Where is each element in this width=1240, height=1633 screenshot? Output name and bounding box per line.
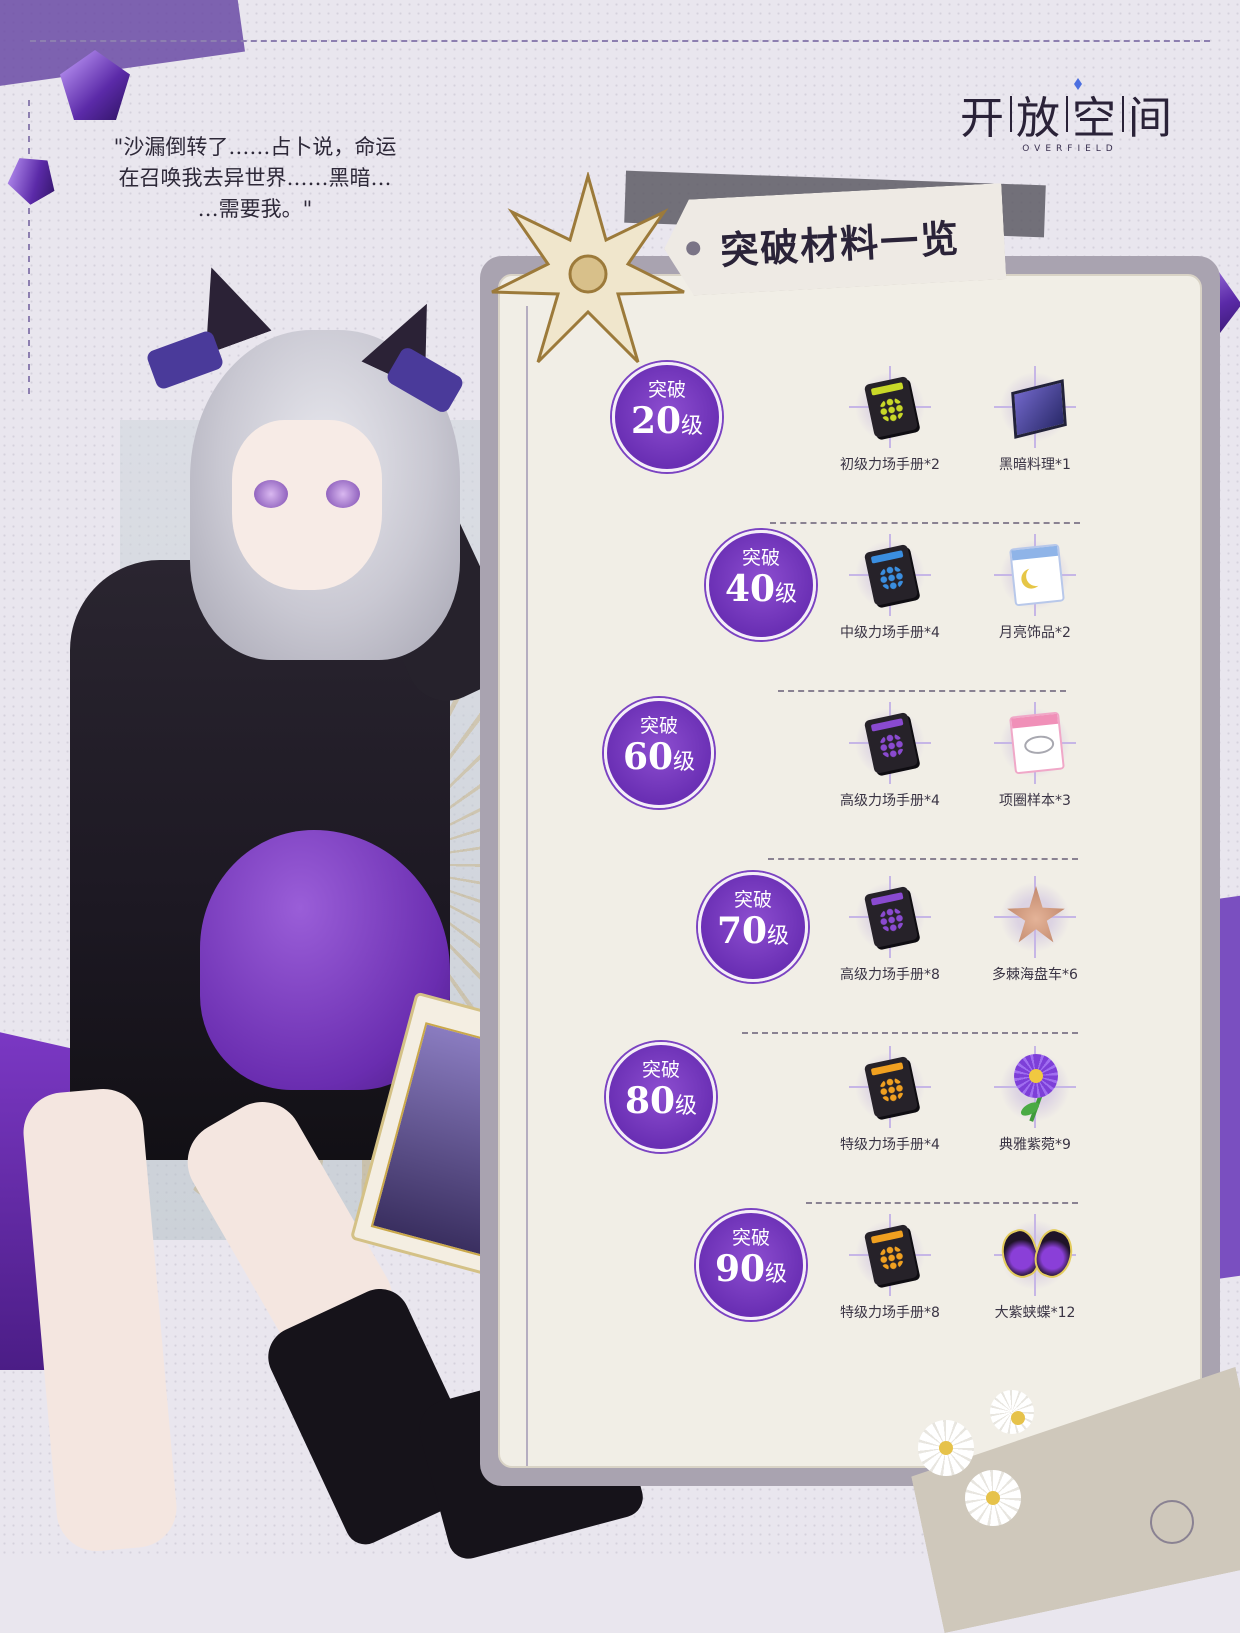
daisy-flower-icon xyxy=(918,1420,974,1476)
badge-level-unit: 级 xyxy=(675,1094,698,1119)
character-face xyxy=(232,420,382,590)
badge-level-number: 70 xyxy=(716,910,768,952)
necklace-sample-icon xyxy=(994,702,1076,784)
logo-char: 空 xyxy=(1072,93,1118,144)
badge-level-unit: 级 xyxy=(673,750,696,775)
material-item: 中级力场手册*4 xyxy=(820,534,960,642)
material-item: 高级力场手册*4 xyxy=(820,702,960,810)
material-item: 高级力场手册*8 xyxy=(820,876,960,984)
badge-label: 突破 xyxy=(741,547,780,569)
purple-butterfly-icon xyxy=(994,1214,1080,1296)
logo-char: 开 xyxy=(960,93,1006,144)
material-item: 月亮饰品*2 xyxy=(965,534,1105,642)
material-label: 黑暗料理*1 xyxy=(999,457,1071,473)
badge-level: 80级 xyxy=(609,1081,713,1127)
dark-cuisine-icon xyxy=(994,366,1076,448)
title-tag: 突破材料一览 xyxy=(662,183,1007,297)
breakthrough-level-badge: 突破 90级 xyxy=(696,1210,806,1320)
badge-level: 90级 xyxy=(699,1249,803,1295)
breakthrough-level-badge: 突破 20级 xyxy=(612,362,722,472)
field-manual-special-icon xyxy=(849,1046,931,1128)
material-label: 高级力场手册*4 xyxy=(840,793,940,809)
material-label: 特级力场手册*4 xyxy=(840,1137,940,1153)
badge-level-unit: 级 xyxy=(765,1262,788,1287)
material-item: 项圈样本*3 xyxy=(965,702,1105,810)
badge-level-number: 80 xyxy=(624,1080,676,1122)
row-divider xyxy=(770,522,1080,524)
row-divider xyxy=(742,1032,1078,1034)
material-label: 多棘海盘车*6 xyxy=(992,967,1078,983)
quote-line: "沙漏倒转了……占卜说，命运 xyxy=(113,135,397,159)
material-label: 大紫蛱蝶*12 xyxy=(994,1305,1076,1321)
badge-label: 突破 xyxy=(641,1059,680,1081)
badge-level-unit: 级 xyxy=(681,414,704,439)
material-item: 典雅紫菀*9 xyxy=(965,1046,1105,1154)
quote-line: 在召唤我去异世界……黑暗… xyxy=(118,166,392,190)
character-quote: "沙漏倒转了……占卜说，命运 在召唤我去异世界……黑暗… …需要我。" xyxy=(70,132,440,225)
badge-level: 20级 xyxy=(615,401,719,447)
breakthrough-level-badge: 突破 60级 xyxy=(604,698,714,808)
aster-flower-icon xyxy=(994,1046,1076,1128)
field-manual-intermediate-icon xyxy=(849,534,931,616)
material-label: 月亮饰品*2 xyxy=(999,625,1071,641)
material-item: 多棘海盘车*6 xyxy=(965,876,1105,984)
badge-level-number: 20 xyxy=(630,400,682,442)
field-manual-advanced-icon xyxy=(849,702,931,784)
field-manual-special-icon xyxy=(849,1214,931,1296)
material-item: 黑暗料理*1 xyxy=(965,366,1105,474)
moon-accessory-icon xyxy=(994,534,1076,616)
badge-level-number: 60 xyxy=(622,736,674,778)
breakthrough-level-badge: 突破 40级 xyxy=(706,530,816,640)
stamp-mark xyxy=(1150,1500,1194,1544)
material-label: 中级力场手册*4 xyxy=(840,625,940,641)
material-item: 初级力场手册*2 xyxy=(820,366,960,474)
tag-hole xyxy=(686,241,701,256)
material-item: 大紫蛱蝶*12 xyxy=(965,1214,1105,1322)
material-item: 特级力场手册*8 xyxy=(820,1214,960,1322)
field-manual-advanced-icon xyxy=(849,876,931,958)
material-label: 初级力场手册*2 xyxy=(840,457,940,473)
material-item: 特级力场手册*4 xyxy=(820,1046,960,1154)
row-divider xyxy=(778,690,1066,692)
badge-label: 突破 xyxy=(639,715,678,737)
field-manual-beginner-icon xyxy=(849,366,931,448)
badge-label: 突破 xyxy=(647,379,686,401)
logo-char: 间 xyxy=(1128,93,1174,144)
material-label: 典雅紫菀*9 xyxy=(999,1137,1071,1153)
badge-label: 突破 xyxy=(733,889,772,911)
badge-level: 40级 xyxy=(709,569,813,615)
row-divider xyxy=(806,1202,1078,1204)
row-divider xyxy=(768,858,1078,860)
material-label: 特级力场手册*8 xyxy=(840,1305,940,1321)
breakthrough-level-badge: 突破 80级 xyxy=(606,1042,716,1152)
material-label: 高级力场手册*8 xyxy=(840,967,940,983)
breakthrough-level-badge: 突破 70级 xyxy=(698,872,808,982)
dashed-line xyxy=(28,100,30,400)
logo-char: 放 xyxy=(1016,93,1062,144)
daisy-flower-icon xyxy=(965,1470,1021,1526)
badge-level-number: 40 xyxy=(724,568,776,610)
quote-line: …需要我。" xyxy=(197,197,313,221)
game-logo: 开 放 空 间 OVERFIELD xyxy=(960,78,1180,154)
badge-level-unit: 级 xyxy=(775,582,798,607)
material-label: 项圈样本*3 xyxy=(999,793,1071,809)
badge-level-unit: 级 xyxy=(767,924,790,949)
badge-level: 60级 xyxy=(607,737,711,783)
page-title: 突破材料一览 xyxy=(719,215,962,273)
daisy-flower-icon xyxy=(990,1390,1034,1434)
starfish-icon xyxy=(994,876,1076,958)
badge-level: 70级 xyxy=(701,911,805,957)
badge-level-number: 90 xyxy=(714,1248,766,1290)
badge-label: 突破 xyxy=(731,1227,770,1249)
star-ornament-icon xyxy=(491,172,685,364)
